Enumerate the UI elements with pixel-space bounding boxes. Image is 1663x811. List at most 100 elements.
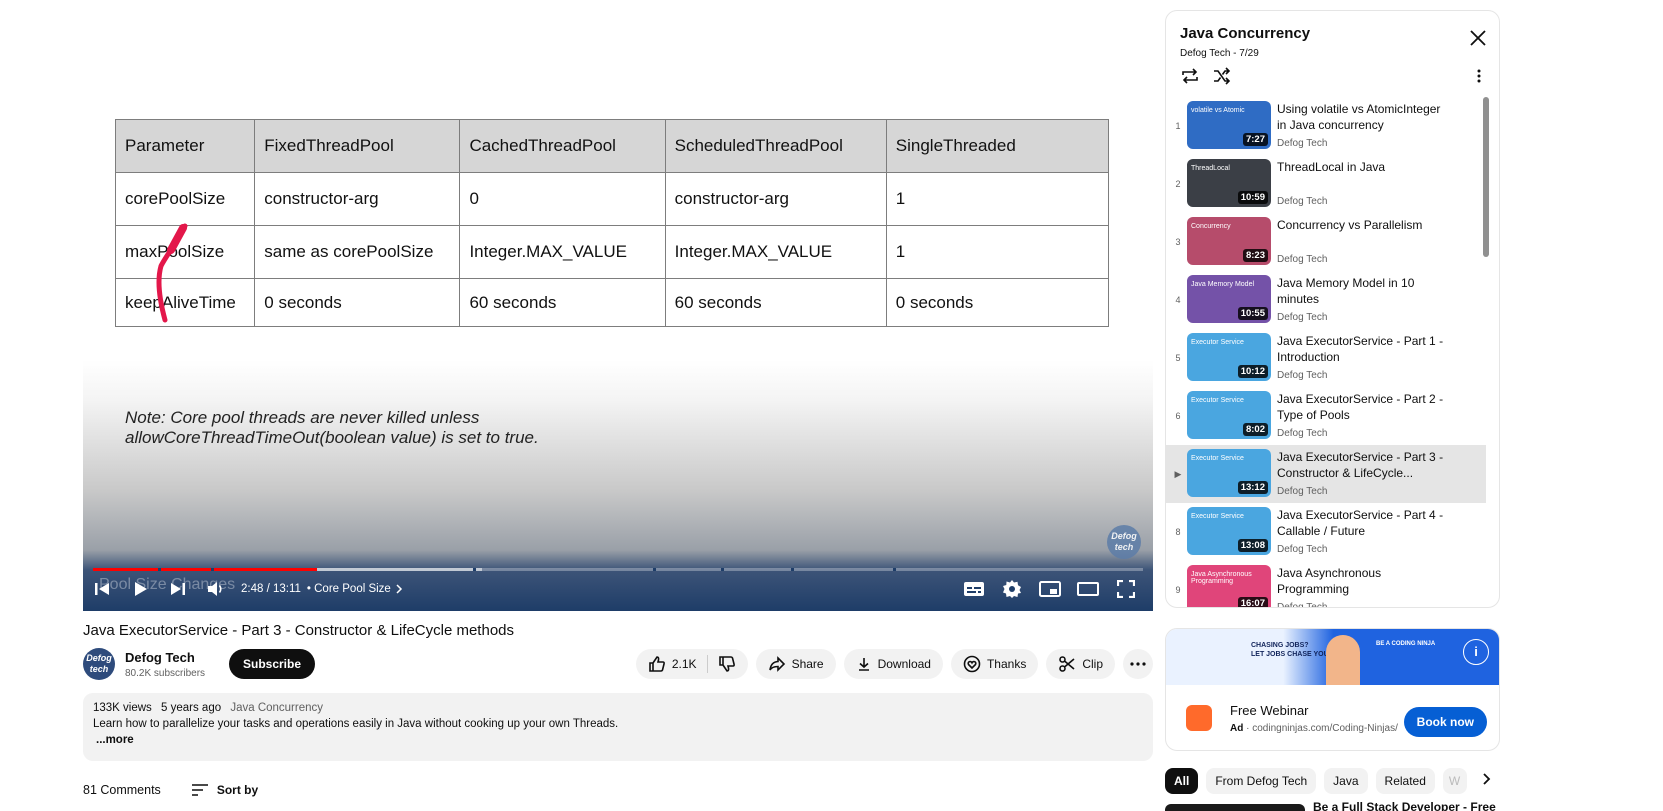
playlist-item-title[interactable]: Java ExecutorService - Part 4 - Callable… — [1277, 507, 1447, 539]
playlist-item-title[interactable]: Java ExecutorService - Part 2 - Type of … — [1277, 391, 1447, 423]
duration-badge: 16:07 — [1237, 597, 1268, 607]
duration-badge: 8:02 — [1242, 423, 1268, 436]
playlist-item-title[interactable]: ThreadLocal in Java — [1277, 159, 1447, 175]
playlist-panel: Java Concurrency Defog Tech - 7/29 1 vola… — [1165, 10, 1500, 608]
playlist-link[interactable]: Java Concurrency — [230, 702, 323, 714]
ad-banner-line-2: LET JOBS CHASE YOU. — [1251, 651, 1331, 658]
close-icon[interactable] — [1469, 29, 1487, 47]
chapter-button[interactable]: • Core Pool Size — [307, 583, 403, 595]
share-label: Share — [791, 657, 824, 671]
slide-table-cell: Integer.MAX_VALUE — [664, 225, 887, 279]
shuffle-icon[interactable] — [1212, 67, 1232, 85]
slide-table-cell: constructor-arg — [664, 172, 887, 226]
download-button[interactable]: Download — [843, 649, 943, 679]
description-box[interactable]: 133K views 5 years ago Java Concurrency … — [83, 693, 1153, 761]
scissors-icon — [1059, 656, 1075, 672]
playlist-scrollbar[interactable] — [1483, 97, 1489, 257]
playlist-item[interactable]: 9 Java Asynchronous Programming 16:07 Java … — [1166, 561, 1486, 608]
playlist-item-title[interactable]: Using volatile vs AtomicInteger in Java … — [1277, 101, 1447, 133]
playlist-item-title[interactable]: Concurrency vs Parallelism — [1277, 217, 1447, 233]
previous-icon[interactable] — [83, 570, 121, 608]
comment-count: 81 Comments — [83, 783, 161, 797]
more-actions-button[interactable] — [1123, 649, 1153, 679]
playlist-item-channel: Defog Tech — [1277, 370, 1328, 381]
playlist-item-title[interactable]: Java Memory Model in 10 minutes — [1277, 275, 1447, 307]
playlist-item-thumbnail[interactable]: ThreadLocal 10:59 — [1187, 159, 1271, 207]
playlist-item[interactable]: 4 Java Memory Model 10:55 Java Memory Model… — [1166, 271, 1486, 329]
clip-button[interactable]: Clip — [1046, 649, 1115, 679]
playlist-item-thumbnail[interactable]: Executor Service 8:02 — [1187, 391, 1271, 439]
channel-watermark[interactable]: Defog tech — [1107, 525, 1141, 559]
playlist-item-title[interactable]: Java ExecutorService - Part 3 - Construc… — [1277, 449, 1447, 481]
playlist-item[interactable]: ▶ Executor Service 13:12 Java ExecutorServi… — [1166, 445, 1486, 503]
loop-icon[interactable] — [1180, 67, 1200, 85]
playlist-item-thumbnail[interactable]: Executor Service 13:08 — [1187, 507, 1271, 555]
info-icon[interactable]: i — [1463, 639, 1489, 665]
playlist-item-channel: Defog Tech — [1277, 602, 1328, 608]
related-video-title[interactable]: Be a Full Stack Developer - Free — [1313, 800, 1496, 811]
thumbnail-text: ThreadLocal — [1191, 165, 1230, 172]
slide-table-cell: SingleThreaded — [885, 119, 1110, 173]
youtube-watch-page: Parameter FixedThreadPool CachedThreadPool… — [0, 0, 1663, 811]
fullscreen-icon[interactable] — [1107, 570, 1145, 608]
playlist-item[interactable]: 8 Executor Service 13:08 Java ExecutorServi… — [1166, 503, 1486, 561]
channel-name[interactable]: Defog Tech — [125, 650, 195, 665]
play-icon[interactable] — [121, 570, 159, 608]
thumbs-up-icon[interactable] — [648, 655, 666, 673]
miniplayer-icon[interactable] — [1031, 570, 1069, 608]
filter-chip[interactable]: Java — [1324, 768, 1368, 794]
settings-gear-icon[interactable] — [993, 570, 1031, 608]
chevron-right-icon — [396, 584, 402, 594]
ad-url: Ad · codingninjas.com/Coding-Ninjas/ — [1230, 723, 1398, 734]
thumbnail-text: Java Asynchronous Programming — [1191, 571, 1252, 585]
filter-chip[interactable]: Related — [1375, 768, 1435, 794]
sort-button[interactable]: Sort by — [191, 783, 258, 797]
next-icon[interactable] — [159, 570, 197, 608]
show-more-link[interactable]: ...more — [96, 734, 1143, 746]
pen-annotation — [156, 223, 188, 323]
playlist-item-channel: Defog Tech — [1277, 544, 1328, 555]
thumbnail-text: Executor Service — [1191, 513, 1244, 520]
playlist-item-thumbnail[interactable]: Java Memory Model 10:55 — [1187, 275, 1271, 323]
filter-chip[interactable]: W — [1442, 768, 1467, 794]
share-button[interactable]: Share — [755, 649, 836, 679]
playlist-item[interactable]: 6 Executor Service 8:02 Java ExecutorServic… — [1166, 387, 1486, 445]
video-player[interactable]: Parameter FixedThreadPool CachedThreadPool… — [83, 10, 1153, 611]
ad-banner-image[interactable]: CHASING JOBS? LET JOBS CHASE YOU. BE A C… — [1166, 629, 1499, 685]
ad-card[interactable]: CHASING JOBS? LET JOBS CHASE YOU. BE A C… — [1165, 628, 1500, 751]
related-video-thumbnail[interactable] — [1165, 804, 1305, 811]
playlist-menu-icon[interactable] — [1477, 69, 1481, 83]
theater-mode-icon[interactable] — [1069, 570, 1107, 608]
duration-badge: 10:12 — [1237, 365, 1268, 378]
volume-icon[interactable] — [197, 570, 235, 608]
thumbnail-text: Executor Service — [1191, 397, 1244, 404]
playlist-item-thumbnail[interactable]: volatile vs Atomic 7:27 — [1187, 101, 1271, 149]
playlist-item-thumbnail[interactable]: Executor Service 10:12 — [1187, 333, 1271, 381]
note-line-2: allowCoreThreadTimeOut(boolean value) is… — [125, 428, 539, 447]
playlist-item-index: 8 — [1175, 527, 1181, 537]
ad-title[interactable]: Free Webinar — [1230, 703, 1309, 718]
playlist-item[interactable]: 3 Concurrency 8:23 Concurrency vs Paralleli… — [1166, 213, 1486, 271]
like-count[interactable]: 2.1K — [672, 657, 697, 671]
slide-table-cell: CachedThreadPool — [459, 119, 666, 173]
playlist-item[interactable]: 5 Executor Service 10:12 Java ExecutorServi… — [1166, 329, 1486, 387]
playlist-item-title[interactable]: Java Asynchronous Programming — [1277, 565, 1447, 597]
filter-chip[interactable]: All — [1165, 768, 1199, 794]
book-now-button[interactable]: Book now — [1403, 707, 1487, 737]
chevron-right-icon[interactable] — [1481, 772, 1491, 791]
playlist-item-thumbnail[interactable]: Java Asynchronous Programming 16:07 — [1187, 565, 1271, 607]
filter-chip[interactable]: From Defog Tech — [1206, 768, 1317, 794]
thumbs-down-icon[interactable] — [718, 655, 736, 673]
duration-badge: 13:12 — [1237, 481, 1268, 494]
ad-banner-text: CHASING JOBS? LET JOBS CHASE YOU. — [1251, 641, 1331, 659]
playlist-item-thumbnail[interactable]: Executor Service 13:12 — [1187, 449, 1271, 497]
playlist-item[interactable]: 2 ThreadLocal 10:59 ThreadLocal in Java Defo… — [1166, 155, 1486, 213]
subtitles-icon[interactable] — [955, 570, 993, 608]
playlist-item[interactable]: 1 volatile vs Atomic 7:27 Using volatile vs… — [1166, 97, 1486, 155]
playlist-title[interactable]: Java Concurrency — [1180, 25, 1310, 42]
playlist-item-thumbnail[interactable]: Concurrency 8:23 — [1187, 217, 1271, 265]
thanks-button[interactable]: Thanks — [950, 649, 1039, 679]
subscribe-button[interactable]: Subscribe — [229, 649, 316, 679]
channel-avatar[interactable]: Defog tech — [83, 648, 115, 680]
playlist-item-title[interactable]: Java ExecutorService - Part 1 - Introduc… — [1277, 333, 1447, 365]
